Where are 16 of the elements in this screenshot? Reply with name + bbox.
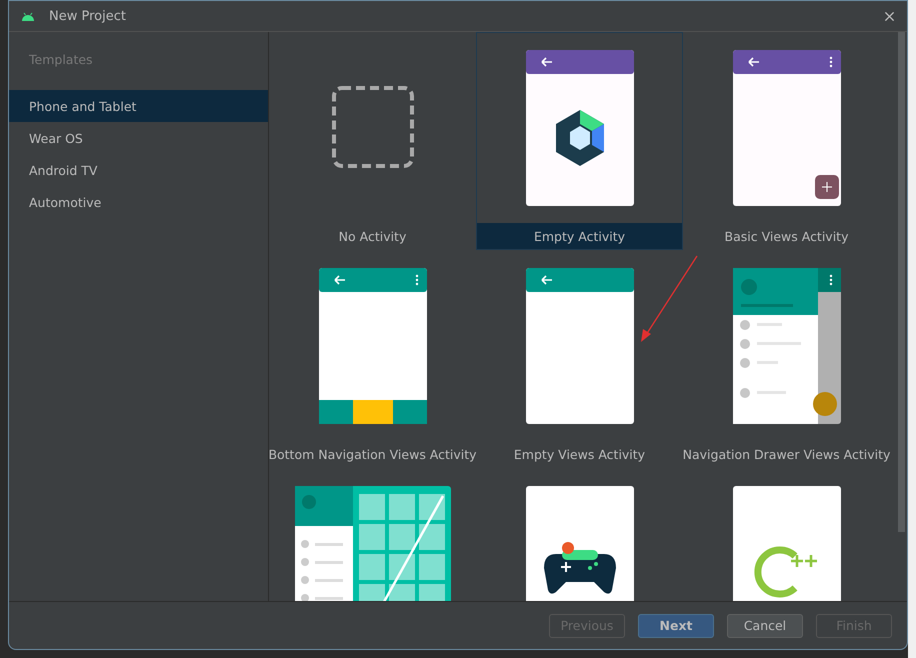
template-card[interactable]: Empty Views Activity (476, 250, 683, 468)
sidebar-heading: Templates (28, 51, 94, 69)
template-card[interactable]: Basic Views Activity (683, 32, 890, 250)
template-card[interactable]: Empty Activity (476, 32, 683, 250)
cancel-button[interactable]: Cancel (727, 614, 803, 638)
sidebar-item[interactable]: Wear OS (9, 122, 268, 154)
template-card[interactable]: Bottom Navigation Views Activity (269, 250, 476, 468)
template-card[interactable]: No Activity (269, 32, 476, 250)
sidebar-item[interactable]: Automotive (9, 186, 268, 218)
next-button[interactable]: Next (638, 614, 714, 638)
sidebar-item[interactable]: Android TV (9, 154, 268, 186)
scrollbar-thumb[interactable] (898, 32, 904, 532)
android-icon (21, 11, 35, 21)
template-card[interactable]: Navigation Drawer Views Activity (683, 250, 890, 468)
sidebar-item[interactable]: Phone and Tablet (9, 90, 268, 122)
window-title: New Project (49, 8, 127, 24)
